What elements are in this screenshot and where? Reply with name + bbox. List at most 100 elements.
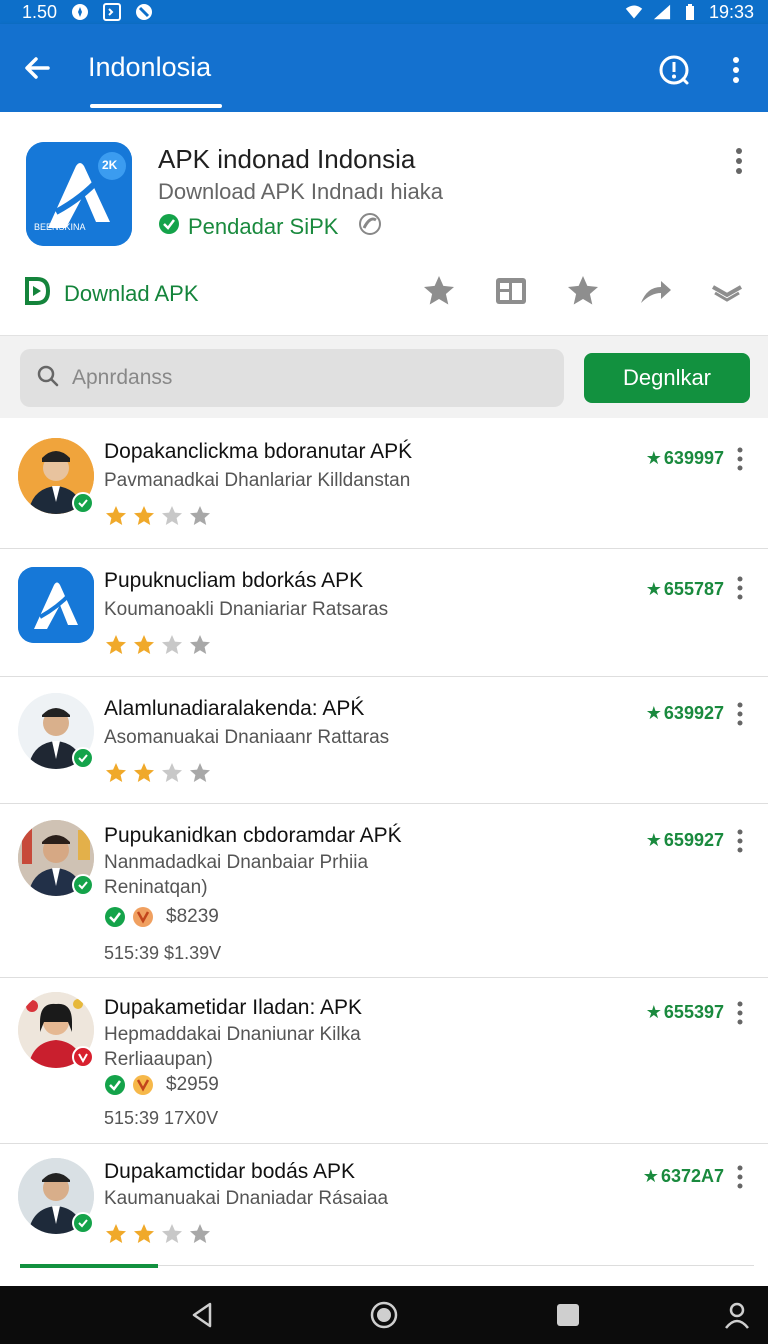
- nav-profile-icon[interactable]: [722, 1300, 752, 1330]
- chevron-down-icon[interactable]: [708, 272, 746, 310]
- verified-badge-icon: [72, 1212, 94, 1234]
- count-star-icon: ★: [645, 703, 662, 723]
- item-more-icon[interactable]: [731, 446, 749, 472]
- blocked-icon: [135, 3, 153, 21]
- list-item[interactable]: Pupukanidkan cbdoramdar APḰ Nanmadadkai…: [0, 804, 768, 978]
- download-count: ★ 655397: [645, 1002, 724, 1022]
- item-meta-row: $2959: [104, 1074, 219, 1096]
- star-empty-icon: [162, 763, 182, 782]
- share-icon[interactable]: [636, 272, 674, 310]
- star-filled-icon: [106, 763, 126, 782]
- developer-extra-icon: [358, 212, 382, 241]
- developer-row[interactable]: Pendadar SiPK: [158, 212, 382, 241]
- count-star-icon: ★: [645, 1002, 662, 1022]
- verified-badge-icon: [72, 492, 94, 514]
- verified-badge-icon: [72, 874, 94, 896]
- star-filled-icon: [106, 635, 126, 654]
- star-filled-icon: [106, 506, 126, 525]
- app-header: 2K BEENSKINA APK indonad Indonsia Downlo…: [0, 112, 768, 336]
- app-logo-icon: 2K BEENSKINA: [26, 142, 132, 246]
- rating-stars: [104, 761, 212, 785]
- check-circle-icon: [105, 907, 125, 927]
- list-item[interactable]: Alamlunadiaralakenda: APḰ Asomanuakai D…: [0, 677, 768, 804]
- download-count: ★ 639927: [645, 703, 724, 723]
- active-tab-indicator: [90, 104, 222, 108]
- item-more-icon[interactable]: [731, 828, 749, 854]
- rating-stars: [104, 504, 212, 528]
- count-star-icon: ★: [645, 448, 662, 468]
- download-apk-link[interactable]: Downlad APK: [24, 276, 199, 311]
- list-item[interactable]: Dupakametidar Iladan: APK Hepmaddakai Dn…: [0, 978, 768, 1144]
- nav-back-icon[interactable]: [188, 1300, 218, 1330]
- search-input[interactable]: [72, 366, 542, 390]
- list-item[interactable]: Pupuknucliam bdorkás APK Koumanoakli Dna…: [0, 549, 768, 677]
- nav-recents-icon[interactable]: [553, 1300, 583, 1330]
- item-date: 515:39 $1.39V: [104, 943, 222, 963]
- count-star-icon: ★: [642, 1166, 659, 1186]
- app-subtitle: Download APK Indnadı hiaka: [158, 179, 443, 204]
- star-filled-icon: [134, 1224, 154, 1243]
- star-empty-icon: [162, 1224, 182, 1243]
- rating-stars: [104, 1222, 212, 1246]
- item-title: Pupuknucliam bdorkás APK: [104, 569, 364, 592]
- code-icon: [103, 3, 122, 21]
- item-subtitle: Pavmanadkai Dhanlariar Killdanstan: [104, 470, 411, 491]
- item-more-icon[interactable]: [731, 575, 749, 601]
- nav-home-icon[interactable]: [369, 1300, 399, 1330]
- check-circle-icon: [105, 1075, 125, 1095]
- app-icon-caption: BEENSKINA: [34, 222, 86, 232]
- item-subtitle: Asomanuakai Dnaniaanr Rattaras: [104, 727, 390, 748]
- medal-icon: [133, 907, 153, 927]
- star-icon[interactable]: [420, 272, 458, 310]
- star-empty-icon: [162, 506, 182, 525]
- download-apk-label: Downlad APK: [64, 280, 199, 306]
- item-more-icon[interactable]: [731, 1164, 749, 1190]
- app-more-icon[interactable]: [728, 146, 750, 176]
- item-title: Alamlunadiaralakenda: APḰ: [104, 697, 365, 720]
- count-star-icon: ★: [645, 579, 662, 599]
- status-bar: 1.50 19:33: [0, 0, 768, 24]
- item-price: $8239: [166, 906, 219, 927]
- item-price: $2959: [166, 1074, 219, 1095]
- app-bar: Indonlosia: [0, 24, 768, 112]
- download-count: ★ 6372A7: [642, 1166, 724, 1186]
- item-more-icon[interactable]: [731, 1000, 749, 1026]
- search-box[interactable]: [20, 349, 564, 407]
- item-subtitle: Nanmadadkai Dnanbaiar Prhiia: [104, 852, 369, 873]
- item-subtitle: Hepmaddakai Dnaniunar Kilka: [104, 1024, 361, 1045]
- system-nav-bar: [0, 1286, 768, 1344]
- download-count: ★ 655787: [645, 579, 724, 599]
- app-bar-title: Indonlosia: [88, 52, 212, 82]
- star-filled-icon: [134, 763, 154, 782]
- item-title: Pupukanidkan cbdoramdar APḰ: [104, 824, 402, 847]
- back-arrow-icon[interactable]: [20, 50, 56, 86]
- app-icon-badge: 2K: [102, 158, 118, 172]
- list-item[interactable]: Dupakamctidar bodás APK Kaumanuakai Dnan…: [0, 1144, 768, 1262]
- star-empty-icon: [190, 1224, 210, 1243]
- rating-stars: [104, 633, 212, 657]
- play-download-icon: [24, 276, 51, 311]
- search-submit-button[interactable]: Degnlkar: [584, 353, 750, 403]
- item-subtitle-secondary: Reninatqan): [104, 877, 208, 898]
- battery-icon: [681, 3, 699, 21]
- search-icon: [36, 364, 60, 393]
- item-meta-row: $8239: [104, 906, 219, 928]
- star-empty-icon: [190, 506, 210, 525]
- app-logo-icon: [18, 567, 94, 643]
- item-date: 515:39 17X0V: [104, 1108, 219, 1128]
- item-subtitle: Koumanoakli Dnaniariar Ratsaras: [104, 599, 389, 620]
- signal-icon: [653, 3, 671, 21]
- overflow-menu-icon[interactable]: [722, 52, 750, 88]
- layout-icon[interactable]: [492, 272, 530, 310]
- medal-icon: [133, 1075, 153, 1095]
- app-name: APK indonad Indonsia: [158, 144, 416, 174]
- status-clock: 19:33: [708, 1, 754, 22]
- item-more-icon[interactable]: [731, 701, 749, 727]
- star-empty-icon: [162, 635, 182, 654]
- item-title: Dupakametidar Iladan: APK: [104, 996, 362, 1019]
- info-icon[interactable]: [656, 52, 692, 88]
- favorite-star-icon[interactable]: [564, 272, 602, 310]
- star-filled-icon: [134, 635, 154, 654]
- list-item[interactable]: Dopakanclickma bdoranutar APḰ Pavmanadk…: [0, 418, 768, 549]
- count-star-icon: ★: [645, 830, 662, 850]
